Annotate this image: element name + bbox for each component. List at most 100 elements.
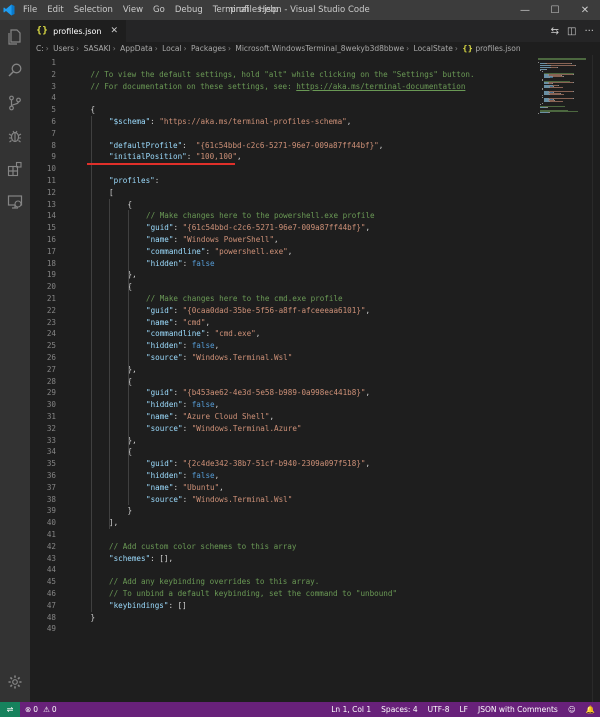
minimap[interactable] xyxy=(536,57,592,117)
close-icon[interactable]: ✕ xyxy=(570,0,600,20)
bell-icon[interactable]: 🔔 xyxy=(581,705,600,714)
code-line[interactable]: 25 "hidden": false, xyxy=(30,340,530,352)
cursor-position[interactable]: Ln 1, Col 1 xyxy=(326,705,376,714)
code-line[interactable]: 40], xyxy=(30,517,530,529)
compare-icon[interactable]: ⇆ xyxy=(551,26,559,37)
code-line[interactable]: 22 "guid": "{0caa0dad-35be-5f56-a8ff-afce… xyxy=(30,305,530,317)
code-line[interactable]: 21 // Make changes here to the cmd.exe pr… xyxy=(30,293,530,305)
code-line[interactable]: 31 "name": "Azure Cloud Shell", xyxy=(30,411,530,423)
code-token: "hidden" xyxy=(146,341,183,351)
problems-indicator[interactable]: ⊗ 0 ⚠ 0 xyxy=(20,705,62,714)
breadcrumb-segment[interactable]: AppData xyxy=(120,44,153,53)
remote-explorer-icon[interactable] xyxy=(0,185,30,218)
encoding[interactable]: UTF-8 xyxy=(423,705,455,714)
extensions-icon[interactable] xyxy=(0,152,30,185)
breadcrumb-segment[interactable]: Users xyxy=(53,44,74,53)
code-line[interactable]: 49 xyxy=(30,623,530,635)
breadcrumb-segment[interactable]: Packages xyxy=(191,44,226,53)
code-line[interactable]: 29 "guid": "{b453ae62-4e3d-5e58-b989-0a99… xyxy=(30,387,530,399)
code-line[interactable]: 34{ xyxy=(30,446,530,458)
search-icon[interactable] xyxy=(0,53,30,86)
code-line[interactable]: 44 xyxy=(30,564,530,576)
code-line[interactable]: 17 "commandline": "powershell.exe", xyxy=(30,246,530,258)
debug-icon[interactable] xyxy=(0,119,30,152)
code-line[interactable]: 23 "name": "cmd", xyxy=(30,317,530,329)
language-mode[interactable]: JSON with Comments xyxy=(473,705,563,714)
code-line[interactable]: 45 // Add any keybinding overrides to thi… xyxy=(30,576,530,588)
code-line[interactable]: 28{ xyxy=(30,376,530,388)
tab-close-icon[interactable]: ✕ xyxy=(110,26,118,36)
remote-icon[interactable]: ⇌ xyxy=(0,702,20,717)
breadcrumb-segment[interactable]: C: xyxy=(36,44,44,53)
code-line[interactable]: 3 // For documentation on these settings,… xyxy=(30,81,530,93)
breadcrumb-segment[interactable]: LocalState xyxy=(414,44,453,53)
code-line[interactable]: 26 "source": "Windows.Terminal.Wsl" xyxy=(30,352,530,364)
menu-help[interactable]: Help xyxy=(254,0,283,20)
breadcrumb-segment[interactable]: Microsoft.WindowsTerminal_8wekyb3d8bbwe xyxy=(235,44,404,53)
code-line[interactable]: 38 "source": "Windows.Terminal.Wsl" xyxy=(30,494,530,506)
code-line[interactable]: 30 "hidden": false, xyxy=(30,399,530,411)
code-line[interactable]: 27}, xyxy=(30,364,530,376)
menu-file[interactable]: File xyxy=(18,0,42,20)
source-control-icon[interactable] xyxy=(0,86,30,119)
code-line[interactable]: 9 "initialPosition": "100,100", xyxy=(30,151,530,163)
code-line[interactable]: 11 "profiles": xyxy=(30,175,530,187)
maximize-icon[interactable]: ☐ xyxy=(540,0,570,20)
menu-view[interactable]: View xyxy=(118,0,148,20)
line-ending[interactable]: LF xyxy=(455,705,474,714)
more-actions-icon[interactable]: ··· xyxy=(584,26,594,37)
breadcrumb-segment[interactable]: SASAKI xyxy=(84,44,111,53)
code-line[interactable]: 2 // To view the default settings, hold "… xyxy=(30,69,530,81)
code-token: : xyxy=(182,494,192,504)
code-line[interactable]: 12 [ xyxy=(30,187,530,199)
code-line[interactable]: 7 xyxy=(30,128,530,140)
documentation-link[interactable]: https://aka.ms/terminal-documentation xyxy=(296,82,465,91)
menu-go[interactable]: Go xyxy=(148,0,170,20)
code-line[interactable]: 5{ xyxy=(30,104,530,116)
feedback-icon[interactable]: ☺ xyxy=(563,705,581,714)
explorer-icon[interactable] xyxy=(0,20,30,53)
code-line[interactable]: 16 "name": "Windows PowerShell", xyxy=(30,234,530,246)
code-line[interactable]: 13 { xyxy=(30,199,530,211)
code-line[interactable]: 47 "keybindings": [] xyxy=(30,600,530,612)
menu-debug[interactable]: Debug xyxy=(170,0,208,20)
code-line[interactable]: 39} xyxy=(30,505,530,517)
code-text: // Add custom color schemes to this arra… xyxy=(109,541,296,553)
code-line[interactable]: 43 "schemes": [], xyxy=(30,553,530,565)
code-line[interactable]: 33}, xyxy=(30,435,530,447)
code-line[interactable]: 41 xyxy=(30,529,530,541)
code-line[interactable]: 8 "defaultProfile": "{61c54bbd-c2c6-5271-… xyxy=(30,140,530,152)
code-line[interactable]: 36 "hidden": false, xyxy=(30,470,530,482)
editor-scrollbar[interactable] xyxy=(592,55,600,702)
code-line[interactable]: 46 // To unbind a default keybinding, set… xyxy=(30,588,530,600)
menu-selection[interactable]: Selection xyxy=(69,0,118,20)
code-line[interactable]: 1 xyxy=(30,57,530,69)
code-editor[interactable]: 1 2// To view the default settings, hold … xyxy=(30,55,600,702)
code-line[interactable]: 48} xyxy=(30,612,530,624)
menu-terminal[interactable]: Terminal xyxy=(208,0,254,20)
minimap-token xyxy=(572,97,574,99)
code-line[interactable]: 15 "guid": "{61c54bbd-c2c6-5271-96e7-009a… xyxy=(30,222,530,234)
code-line[interactable]: 10 xyxy=(30,163,530,175)
code-line[interactable]: 37 "name": "Ubuntu", xyxy=(30,482,530,494)
minimize-icon[interactable]: — xyxy=(510,0,540,20)
manage-gear-icon[interactable] xyxy=(0,665,30,698)
breadcrumb-file[interactable]: profiles.json xyxy=(475,44,520,53)
code-line[interactable]: 6 "$schema": "https://aka.ms/terminal-pro… xyxy=(30,116,530,128)
split-editor-icon[interactable]: ◫ xyxy=(567,26,576,37)
code-text: } xyxy=(128,505,133,517)
code-line[interactable]: 19}, xyxy=(30,269,530,281)
code-line[interactable]: 14 // Make changes here to the powershell… xyxy=(30,210,530,222)
indentation[interactable]: Spaces: 4 xyxy=(376,705,422,714)
code-line[interactable]: 4 xyxy=(30,92,530,104)
code-line[interactable]: 24 "commandline": "cmd.exe", xyxy=(30,328,530,340)
breadcrumb-segment[interactable]: Local xyxy=(162,44,181,53)
tab-profiles-json[interactable]: {} profiles.json ✕ xyxy=(30,20,126,42)
code-line[interactable]: 42 // Add custom color schemes to this ar… xyxy=(30,541,530,553)
code-line[interactable]: 18 "hidden": false xyxy=(30,258,530,270)
code-line[interactable]: 35 "guid": "{2c4de342-38b7-51cf-b940-2309… xyxy=(30,458,530,470)
menu-edit[interactable]: Edit xyxy=(42,0,68,20)
code-line[interactable]: 20{ xyxy=(30,281,530,293)
code-token: [ xyxy=(109,187,114,197)
code-line[interactable]: 32 "source": "Windows.Terminal.Azure" xyxy=(30,423,530,435)
